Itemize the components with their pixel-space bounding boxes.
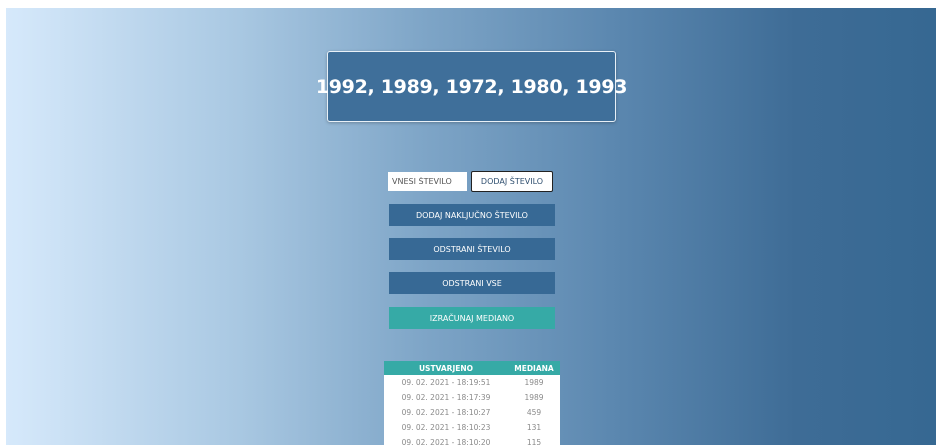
- calculate-median-button[interactable]: IZRAČUNAJ MEDIANO: [389, 307, 555, 329]
- input-row: DODAJ ŠTEVILO: [388, 171, 553, 192]
- numbers-display-text: 1992, 1989, 1972, 1980, 1993: [315, 75, 628, 98]
- remove-all-button[interactable]: ODSTRANI VSE: [389, 272, 555, 294]
- table-row: 09. 02. 2021 - 18:10:27 459: [384, 405, 560, 420]
- cell-created: 09. 02. 2021 - 18:17:39: [401, 393, 491, 402]
- column-header-created: USTVARJENO: [384, 361, 508, 375]
- cell-created: 09. 02. 2021 - 18:10:20: [401, 438, 491, 445]
- number-input[interactable]: [388, 172, 467, 191]
- cell-median: 115: [526, 438, 542, 445]
- table-header-row: USTVARJENO MEDIANA: [384, 361, 560, 375]
- table-row: 09. 02. 2021 - 18:19:51 1989: [384, 375, 560, 390]
- remove-number-button[interactable]: ODSTRANI ŠTEVILO: [389, 238, 555, 260]
- history-table: USTVARJENO MEDIANA 09. 02. 2021 - 18:19:…: [384, 361, 560, 445]
- page: 1992, 1989, 1972, 1980, 1993 DODAJ ŠTEVI…: [0, 0, 940, 445]
- add-random-number-button[interactable]: DODAJ NAKLJUČNO ŠTEVILO: [389, 204, 555, 226]
- table-row: 09. 02. 2021 - 18:10:20 115: [384, 435, 560, 445]
- column-header-median: MEDIANA: [508, 361, 560, 375]
- numbers-display: 1992, 1989, 1972, 1980, 1993: [316, 51, 627, 122]
- cell-median: 131: [526, 423, 542, 432]
- table-row: 09. 02. 2021 - 18:17:39 1989: [384, 390, 560, 405]
- cell-median: 1989: [524, 393, 544, 402]
- cell-median: 459: [526, 408, 542, 417]
- add-number-button[interactable]: DODAJ ŠTEVILO: [471, 171, 553, 192]
- cell-created: 09. 02. 2021 - 18:10:27: [401, 408, 491, 417]
- cell-created: 09. 02. 2021 - 18:10:23: [401, 423, 491, 432]
- scrollbar-edge: [936, 8, 940, 445]
- cell-median: 1989: [524, 378, 544, 387]
- table-row: 09. 02. 2021 - 18:10:23 131: [384, 420, 560, 435]
- cell-created: 09. 02. 2021 - 18:19:51: [401, 378, 491, 387]
